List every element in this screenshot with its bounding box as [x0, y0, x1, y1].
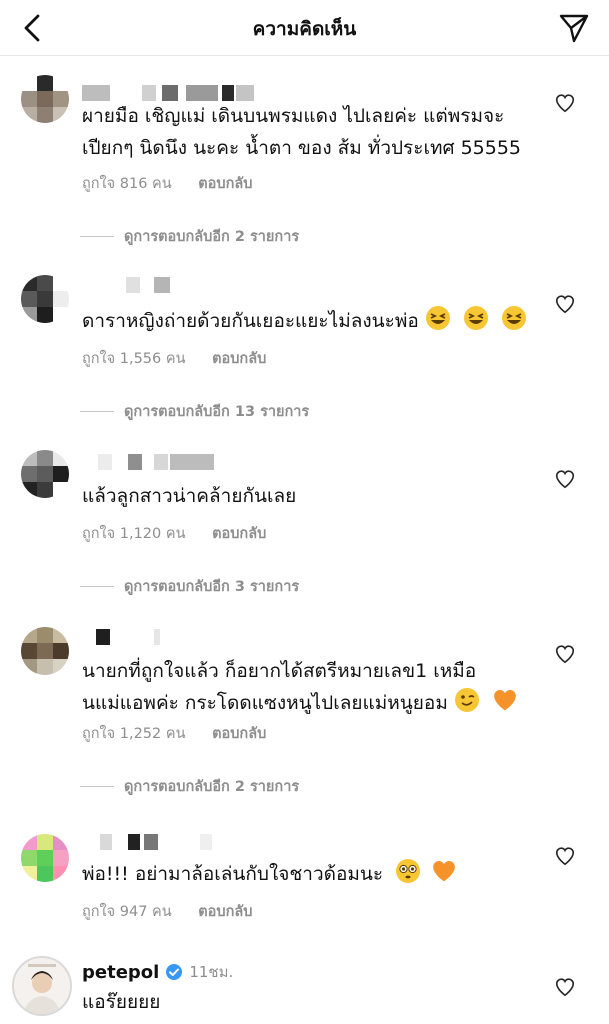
view-replies-button[interactable]: ดูการตอบกลับอีก 3 รายการ [80, 575, 299, 598]
comment-text: พ่อ!!! อย่ามาล้อเล่นกับใจชาวด้อมนะ [82, 858, 542, 890]
grinning-squinting-emoji-icon [425, 306, 450, 330]
comment-meta: ถูกใจ 1,120 คน ตอบกลับ [82, 522, 266, 545]
view-replies-label: ดูการตอบกลับอีก 13 รายการ [124, 404, 310, 420]
comment-text-line: แล้วลูกสาวน่าคล้ายกันเลย [82, 485, 297, 507]
view-replies-label: ดูการตอบกลับอีก 2 รายการ [124, 779, 300, 795]
view-replies-label: ดูการตอบกลับอีก 3 รายการ [124, 579, 300, 595]
avatar[interactable] [21, 75, 69, 123]
orange-heart-emoji-icon [433, 861, 456, 882]
verified-badge-icon [165, 963, 183, 981]
comment-meta: ถูกใจ 1,556 คน ตอบกลับ [82, 347, 266, 370]
comment-text-content: พ่อ!!! อย่ามาล้อเล่นกับใจชาวด้อมนะ [82, 863, 384, 885]
avatar[interactable] [21, 275, 69, 323]
username-redacted[interactable] [82, 454, 222, 470]
avatar[interactable] [21, 834, 69, 882]
username-redacted[interactable] [82, 834, 222, 850]
divider [80, 236, 114, 237]
username-redacted[interactable] [82, 629, 182, 645]
heart-icon[interactable] [554, 845, 576, 867]
grinning-squinting-emoji-icon [501, 306, 526, 330]
top-bar: ความคิดเห็น [0, 0, 609, 56]
comment-meta: ถูกใจ 1,252 คน ตอบกลับ [82, 722, 266, 745]
comment-text: นายกที่ถูกใจแล้ว ก็อยากได้สตรีหมายเลข1 เ… [82, 655, 542, 719]
like-count[interactable]: ถูกใจ 1,120 คน [82, 522, 185, 545]
timestamp: 11ชม. [189, 963, 234, 981]
avatar[interactable] [21, 450, 69, 498]
reply-button[interactable]: ตอบกลับ [198, 172, 252, 195]
comment-text-line: เปียกๆ นิดนึง นะคะ น้ำตา ของ ส้ม ทั่วประ… [82, 137, 522, 159]
heart-icon[interactable] [554, 92, 576, 114]
profile-photo [14, 958, 70, 1014]
comment-meta: ถูกใจ 816 คน ตอบกลับ [82, 172, 252, 195]
heart-icon[interactable] [554, 293, 576, 315]
username-redacted[interactable] [82, 277, 182, 293]
username-redacted[interactable] [82, 85, 282, 101]
comment-text-content: ดาราหญิงถ่ายด้วยกันเยอะแยะไม่ลงนะพ่อ [82, 310, 419, 332]
comment-text: ผายมือ เชิญแม่ เดินบนพรมแดง ไปเลยค่ะ แต่… [82, 100, 542, 164]
view-replies-button[interactable]: ดูการตอบกลับอีก 2 รายการ [80, 225, 299, 248]
comment-text-content: นแม่แอพค่ะ กระโดดแซงหนูไปเลยแม่หนูยอม [82, 692, 448, 714]
flushed-face-emoji-icon [396, 859, 421, 883]
heart-icon[interactable] [554, 976, 576, 998]
view-replies-label: ดูการตอบกลับอีก 2 รายการ [124, 229, 300, 245]
heart-icon[interactable] [554, 468, 576, 490]
comment-meta: ถูกใจ 947 คน ตอบกลับ [82, 900, 252, 923]
view-replies-button[interactable]: ดูการตอบกลับอีก 13 รายการ [80, 400, 309, 423]
comment-text-line: นแม่แอพค่ะ กระโดดแซงหนูไปเลยแม่หนูยอม [82, 687, 542, 719]
heart-icon[interactable] [554, 643, 576, 665]
comment-text: ดาราหญิงถ่ายด้วยกันเยอะแยะไม่ลงนะพ่อ [82, 305, 542, 337]
reply-button[interactable]: ตอบกลับ [212, 347, 266, 370]
divider [80, 586, 114, 587]
like-count[interactable]: ถูกใจ 816 คน [82, 172, 172, 195]
view-replies-button[interactable]: ดูการตอบกลับอีก 2 รายการ [80, 775, 299, 798]
grinning-squinting-emoji-icon [463, 306, 488, 330]
reply-button[interactable]: ตอบกลับ [212, 522, 266, 545]
divider [80, 411, 114, 412]
comment-text-line: ผายมือ เชิญแม่ เดินบนพรมแดง ไปเลยค่ะ แต่… [82, 105, 505, 127]
comment-text: แอร๊ยยยย [82, 986, 542, 1018]
winking-face-emoji-icon [454, 688, 479, 712]
like-count[interactable]: ถูกใจ 1,252 คน [82, 722, 185, 745]
comment-header: petepol 11ชม. [82, 960, 233, 984]
comment-text-line: นายกที่ถูกใจแล้ว ก็อยากได้สตรีหมายเลข1 เ… [82, 660, 477, 682]
like-count[interactable]: ถูกใจ 1,556 คน [82, 347, 185, 370]
like-count[interactable]: ถูกใจ 947 คน [82, 900, 172, 923]
divider [80, 786, 114, 787]
comment-text-line: แอร๊ยยยย [82, 991, 161, 1013]
avatar[interactable] [12, 956, 72, 1016]
paper-plane-icon [559, 14, 589, 43]
comment-text-line: ดาราหญิงถ่ายด้วยกันเยอะแยะไม่ลงนะพ่อ [82, 305, 542, 337]
orange-heart-emoji-icon [494, 690, 516, 711]
page-title: ความคิดเห็น [252, 18, 357, 40]
reply-button[interactable]: ตอบกลับ [198, 900, 252, 923]
comment-text: แล้วลูกสาวน่าคล้ายกันเลย [82, 480, 542, 512]
comment-text-line: พ่อ!!! อย่ามาล้อเล่นกับใจชาวด้อมนะ [82, 858, 542, 890]
share-button[interactable] [555, 9, 593, 47]
reply-button[interactable]: ตอบกลับ [212, 722, 266, 745]
username[interactable]: petepol [82, 962, 159, 983]
avatar[interactable] [21, 627, 69, 675]
